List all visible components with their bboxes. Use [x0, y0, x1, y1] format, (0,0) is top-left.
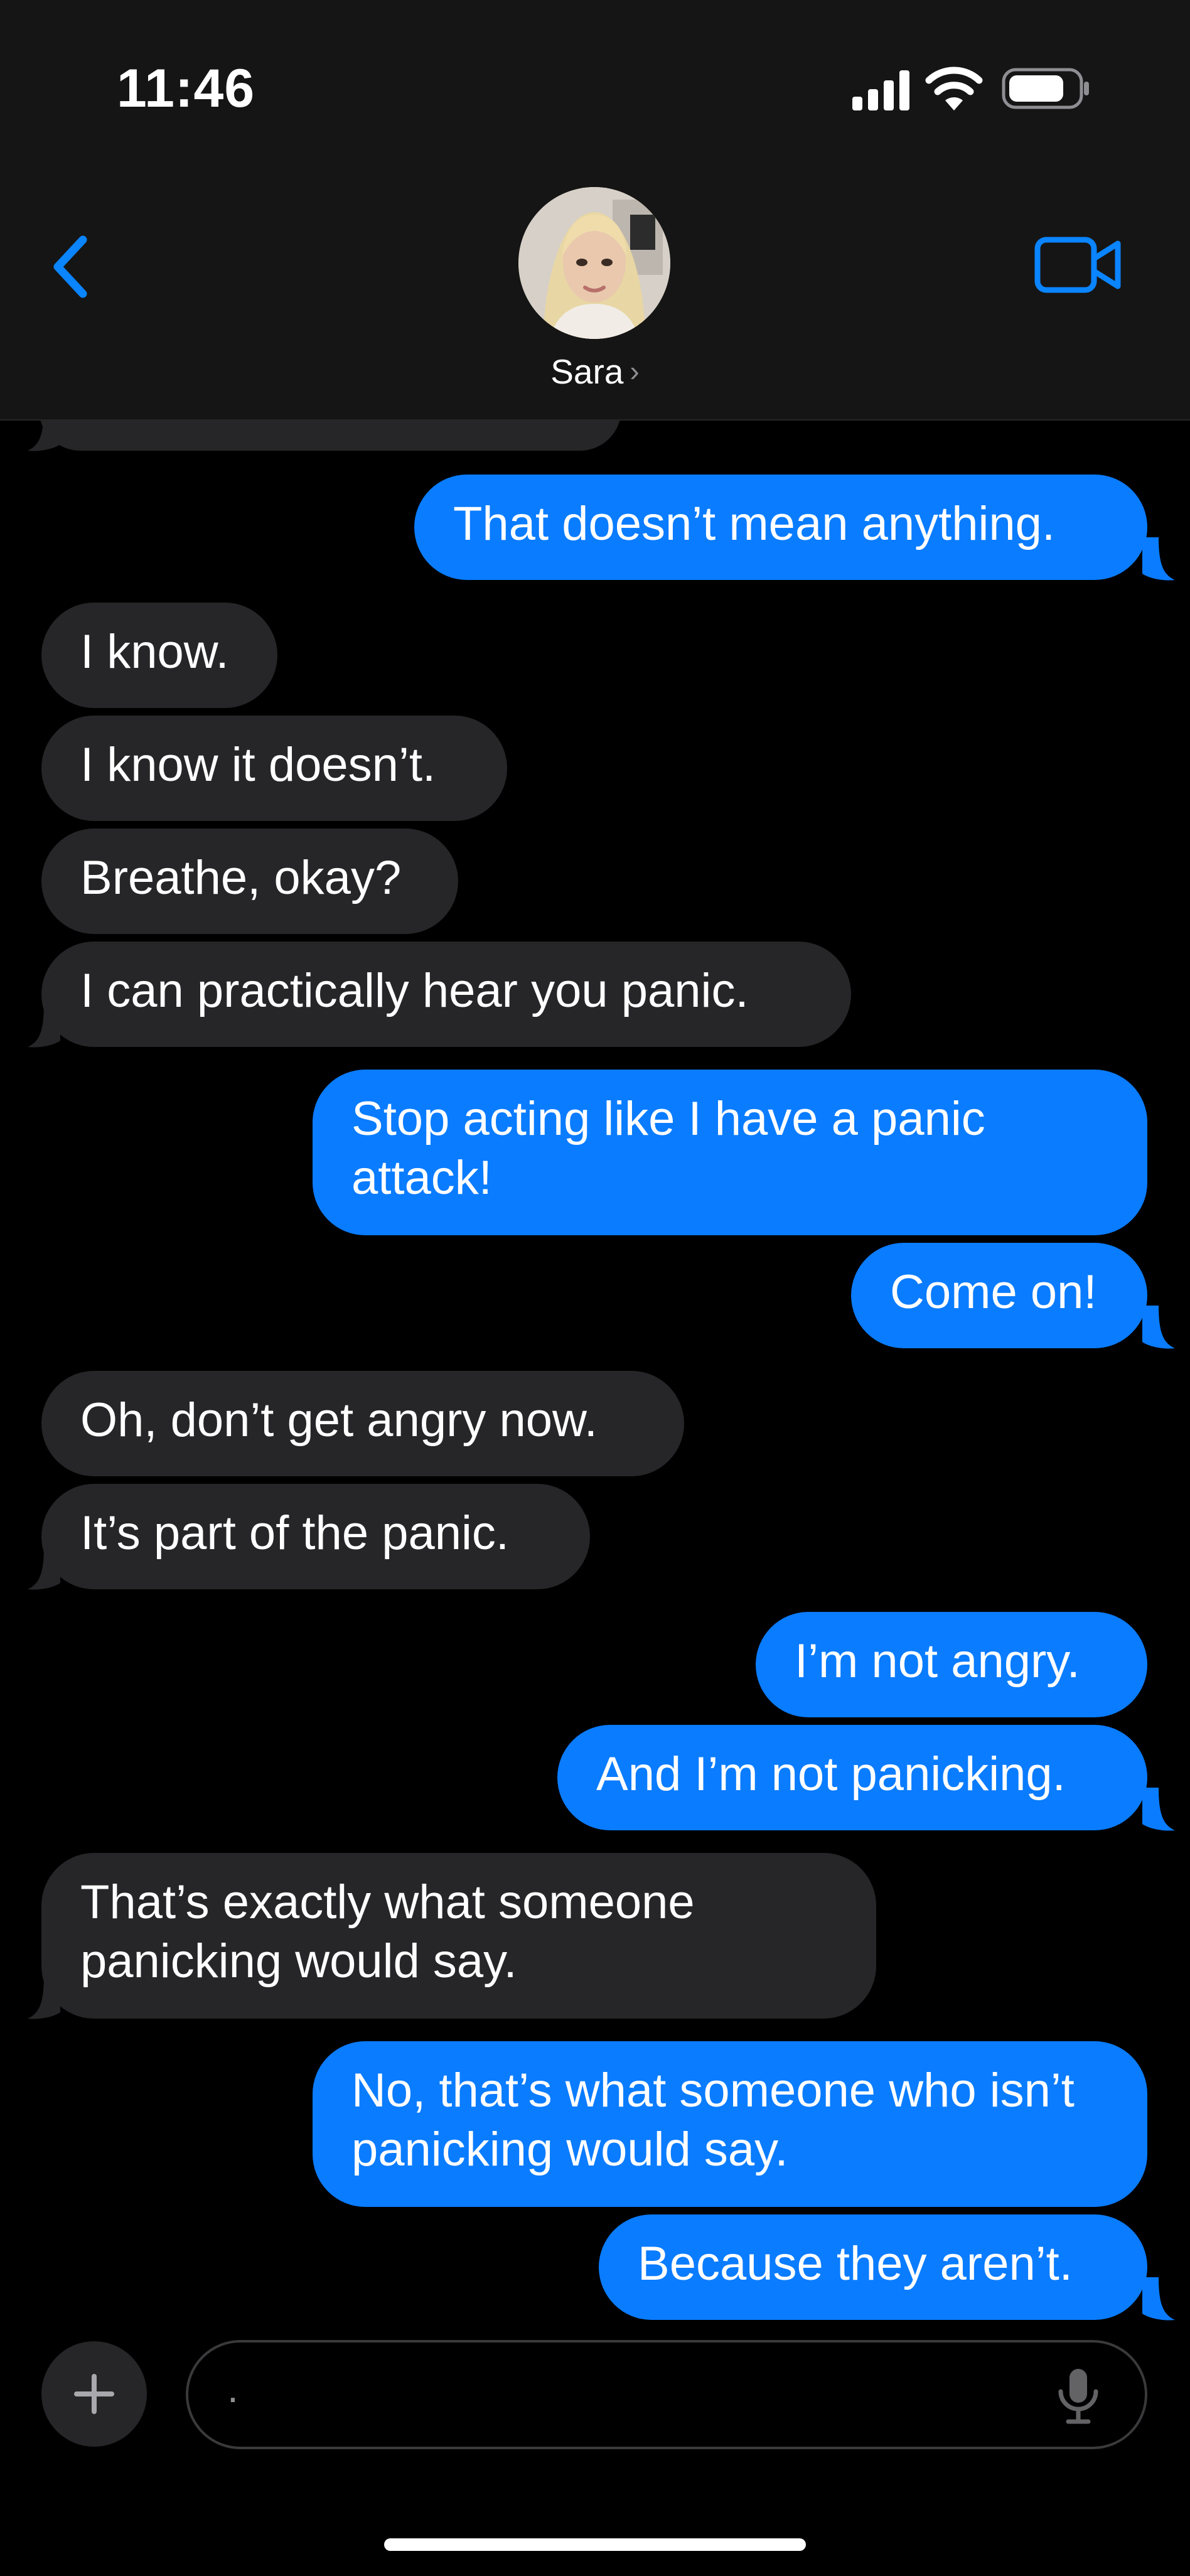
microphone-icon[interactable] — [1054, 2366, 1102, 2425]
message-bubble-outgoing[interactable]: Come on! — [851, 1243, 1147, 1348]
message-bubble-outgoing[interactable]: I’m not angry. — [756, 1612, 1147, 1717]
message-bubble-outgoing[interactable]: No, that’s what someone who isn’t panick… — [313, 2041, 1147, 2207]
message-bubble-incoming[interactable]: I know it doesn’t. — [41, 716, 507, 821]
contact-photo — [518, 187, 670, 339]
message-bubble-outgoing[interactable]: That doesn’t mean anything. — [414, 475, 1147, 580]
navigation-header: 11:46 Sara › — [0, 0, 1190, 421]
contact-name: Sara — [550, 352, 624, 391]
home-indicator — [384, 2538, 806, 2551]
bubble-tail-outgoing — [1142, 537, 1175, 581]
battery-icon — [1002, 68, 1089, 109]
message-bubble-incoming[interactable]: I know. — [41, 603, 277, 708]
message-input[interactable]: . — [186, 2340, 1147, 2449]
chevron-right-icon: › — [630, 355, 640, 387]
message-bubble-incoming[interactable]: It’s part of the panic. — [41, 1484, 590, 1589]
cellular-signal-icon — [852, 70, 909, 110]
bubble-tail-incoming — [28, 1547, 60, 1590]
message-bubble-incoming[interactable]: That’s exactly what someone panicking wo… — [41, 1853, 876, 2019]
message-bubble-outgoing[interactable]: Because they aren’t. — [599, 2214, 1147, 2320]
message-bubble-outgoing[interactable]: Stop acting like I have a panic attack! — [313, 1070, 1147, 1235]
contact-name-button[interactable]: Sara › — [0, 352, 1190, 392]
status-time: 11:46 — [117, 58, 255, 119]
message-bubble-incoming[interactable]: Oh, don’t get angry now. — [41, 1371, 684, 1476]
bubble-tail-incoming — [28, 1004, 60, 1048]
message-bubble-incoming[interactable]: Breathe, okay? — [41, 829, 458, 934]
wifi-icon — [925, 67, 983, 110]
bubble-tail-outgoing — [1142, 1788, 1175, 1831]
back-chevron-icon[interactable] — [46, 232, 97, 301]
bubble-tail-incoming — [28, 1976, 60, 2019]
video-call-icon[interactable] — [1034, 236, 1122, 294]
bubble-tail-outgoing — [1142, 1306, 1175, 1349]
message-bubble-outgoing[interactable]: And I’m not panicking. — [557, 1725, 1147, 1830]
message-input-text: . — [227, 2366, 239, 2411]
message-bubble-incoming[interactable]: I can practically hear you panic. — [41, 942, 851, 1047]
contact-avatar[interactable] — [518, 187, 670, 339]
plus-icon[interactable] — [41, 2341, 147, 2447]
bubble-tail-outgoing — [1142, 2277, 1175, 2321]
